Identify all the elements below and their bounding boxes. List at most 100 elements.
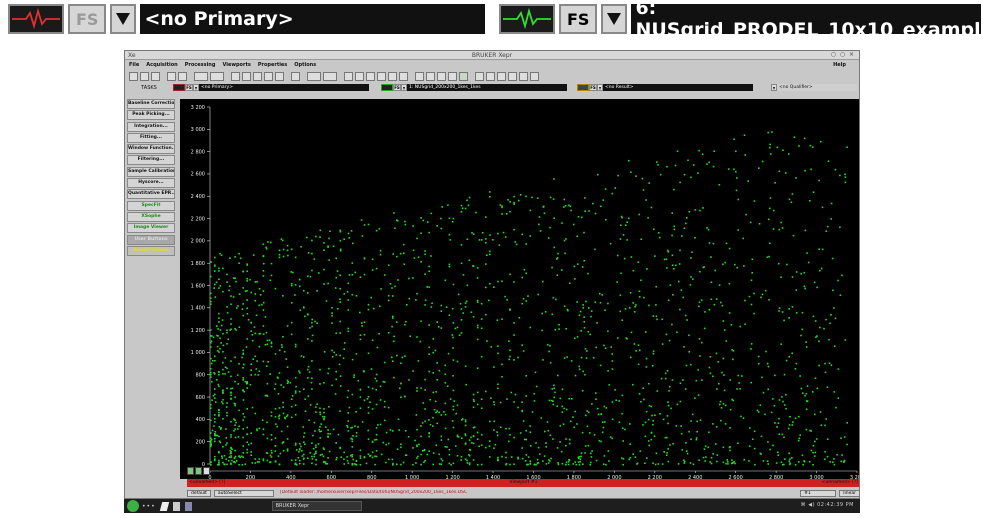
menu-options[interactable]: Options [294,62,316,68]
fs-button[interactable]: FS [68,4,107,34]
axis-control-button[interactable] [195,467,202,475]
signal-waveform-icon[interactable] [8,4,64,34]
axis-control-button[interactable] [187,467,194,475]
scatter-point [464,424,467,427]
menu-processing[interactable]: Processing [185,62,216,68]
select-field[interactable]: autoSelect [213,490,274,497]
toolbar-layout-icon[interactable] [486,71,495,81]
pen-icon[interactable] [159,501,169,511]
toolbar-layout-icon[interactable] [475,71,484,81]
toolbar-view-icon[interactable] [291,71,300,81]
toolbar-tool-icon[interactable] [194,71,208,81]
scatter-point [227,459,230,462]
toolbar-layout-icon[interactable] [497,71,506,81]
toolbar-zoom-icon[interactable] [253,71,262,81]
task-button-image-viewer[interactable]: Image Viewer [127,223,175,234]
primary-dropdown-button[interactable] [110,4,137,34]
toolbar-tool-icon[interactable] [399,71,408,81]
taskbar-dots-icon[interactable]: ••• [142,503,156,510]
toolbar-zoom-icon[interactable] [275,71,284,81]
toolbar-layout-icon[interactable] [508,71,517,81]
scatter-point [652,352,655,355]
primary-fs-button[interactable]: FS [185,84,193,91]
scatter-plot[interactable]: 02004006008001 0001 2001 4001 6001 8002 … [180,99,860,468]
toolbar-save-icon[interactable] [151,71,160,81]
task-button-peak-picking[interactable]: Peak Picking... [127,110,175,121]
toolbar-zoom-icon[interactable] [242,71,251,81]
result-dropdown-button[interactable] [597,84,603,91]
app-icon[interactable] [184,501,192,511]
task-button-baseline-correction[interactable]: Baseline Correction... [127,99,175,109]
toolbar-tool-icon[interactable] [210,71,224,81]
task-button-fitting[interactable]: Fitting... [127,132,175,143]
menu-file[interactable]: File [129,62,139,68]
primary-dropdown-button[interactable] [193,84,199,91]
result-selector[interactable]: <no Result> [603,84,753,91]
task-button-filtering[interactable]: Filtering... [127,155,175,166]
toolbar-tool-icon[interactable] [344,71,353,81]
task-button-user-buttons[interactable]: User Buttons [127,234,175,245]
toolbar-view-icon[interactable] [307,71,321,81]
scale-field[interactable]: linear [839,490,859,497]
toolbar-tool-icon[interactable] [355,71,364,81]
secondary-signal-icon[interactable] [381,84,393,91]
toolbar-tool-icon[interactable] [426,71,435,81]
qualifier-dropdown-button[interactable] [771,84,777,91]
secondary-fs-button[interactable]: FS [393,84,401,91]
scatter-point [367,412,370,414]
task-button-sample-calibration[interactable]: Sample Calibration... [127,166,175,177]
dataset-dropdown-button[interactable] [601,4,628,34]
task-button-xsophe[interactable]: XSophe [127,211,175,222]
signal-waveform-icon-green[interactable] [499,4,555,34]
primary-field[interactable]: <no Primary> [140,4,486,34]
qualifier-selector[interactable]: <no Qualifier> [777,84,857,91]
network-icon[interactable]: ⌘ [801,502,807,508]
toolbar-tool-icon[interactable] [448,71,457,81]
toolbar-tool-icon[interactable] [415,71,424,81]
menu-properties[interactable]: Properties [258,62,287,68]
scatter-point [808,460,811,463]
toolbar-tool-icon[interactable] [437,71,446,81]
primary-signal-icon[interactable] [173,84,185,91]
task-button-specfit[interactable]: SpecFit [127,200,175,211]
toolbar-tool-icon[interactable] [388,71,397,81]
menu-help[interactable]: Help [833,62,846,68]
task-button-window-function[interactable]: Window Function... [127,144,175,155]
result-signal-icon[interactable] [577,84,589,91]
fs-button-secondary[interactable]: FS [559,4,598,34]
toolbar-up-icon[interactable] [167,71,176,81]
toolbar-tool-icon[interactable] [377,71,386,81]
toolbar-new-icon[interactable] [129,71,138,81]
mode-field[interactable]: default [187,490,211,497]
toolbar-open-icon[interactable] [140,71,149,81]
primary-selector[interactable]: <no Primary> [199,84,369,91]
toolbar-zoom-icon[interactable] [231,71,240,81]
axis-control-button[interactable] [203,467,210,475]
toolbar-layout-icon[interactable] [530,71,539,81]
secondary-dropdown-button[interactable] [401,84,407,91]
dataset-field[interactable]: 6: NUSgrid_PRODEL_10x10_example [631,0,983,41]
start-menu-icon[interactable] [127,500,139,512]
task-button-integration[interactable]: Integration... [127,121,175,132]
viewport-bar[interactable]: <unnamed> [?] Viewport #1 <unnamed> [?] [187,479,859,487]
dataset-selector[interactable]: 1: NUSgrid_200x200_1kes_1kes [407,84,567,91]
task-button-xenon-viewer[interactable]: Xenon Viewer [127,245,175,256]
toolbar-zoom-icon[interactable] [264,71,273,81]
trash-icon[interactable] [172,501,180,511]
task-button-quantitative-epr[interactable]: Quantitative EPR... [127,189,175,200]
toolbar-tool-icon[interactable] [459,71,468,81]
taskbar-task-xepr[interactable]: BRUKER Xepr [271,501,362,511]
toolbar-down-icon[interactable] [178,71,187,81]
scatter-point [407,436,410,438]
menu-acquisition[interactable]: Acquisition [146,62,177,68]
volume-icon[interactable]: ◀) [808,502,815,508]
toolbar-view-icon[interactable] [323,71,337,81]
plot-area[interactable]: 0 200 400 600 800 1 000 1 200 1 400 1 600 1 800 2 … [180,99,860,468]
toolbar-layout-icon[interactable] [519,71,528,81]
menu-viewports[interactable]: Viewports [222,62,250,68]
scatter-point [476,267,479,269]
window-controls[interactable]: ○ ○ × [831,51,855,58]
toolbar-tool-icon[interactable] [366,71,375,81]
result-fs-button[interactable]: FS [589,84,597,91]
task-button-hyscore[interactable]: Hyscore... [127,178,175,189]
